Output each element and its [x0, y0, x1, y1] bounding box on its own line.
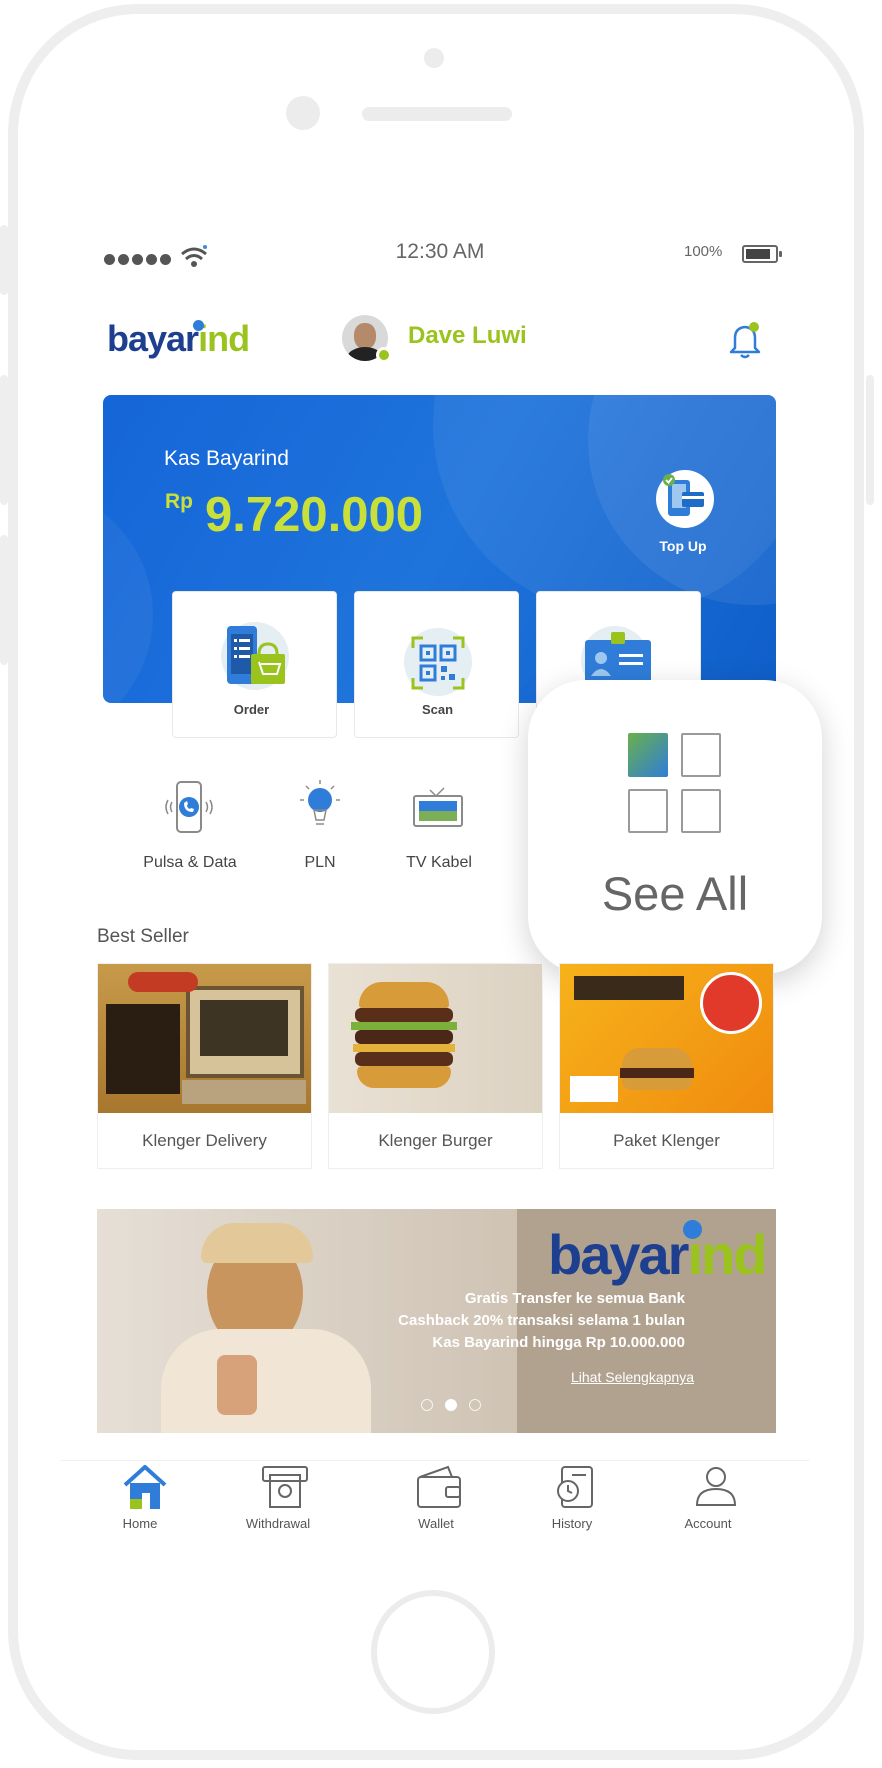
grid-tile-icon [628, 789, 668, 833]
battery-percentage: 100% [684, 243, 723, 260]
nav-withdrawal-label: Withdrawal [245, 1516, 311, 1531]
product-card-paket-klenger[interactable]: Paket Klenger [559, 963, 774, 1169]
side-button [866, 375, 874, 505]
product-card-klenger-burger[interactable]: Klenger Burger [328, 963, 543, 1169]
user-name[interactable]: Dave Luwi [408, 322, 527, 350]
product-name: Paket Klenger [613, 1131, 720, 1150]
side-button [0, 375, 8, 505]
tv-icon[interactable] [410, 784, 466, 832]
order-icon [227, 626, 285, 684]
product-name: Klenger Delivery [142, 1131, 267, 1150]
signal-strength-icon [104, 254, 171, 265]
see-all-label[interactable]: See All [528, 866, 822, 921]
order-label: Order [233, 702, 270, 717]
grid-tile-icon [681, 733, 721, 777]
carousel-dot[interactable] [469, 1399, 481, 1411]
home-hardware-button[interactable] [371, 1590, 495, 1714]
banner-bayarind-logo: bayarind [548, 1223, 767, 1286]
bottom-nav-divider [60, 1460, 810, 1461]
online-status-icon [376, 347, 392, 363]
product-image [329, 964, 542, 1113]
side-button [0, 535, 8, 665]
notification-bell-icon[interactable] [728, 320, 764, 360]
scan-label: Scan [421, 702, 454, 717]
product-name: Klenger Burger [378, 1131, 493, 1150]
proximity-sensor [424, 48, 444, 68]
balance-amount: 9.720.000 [205, 488, 423, 542]
bayarind-logo[interactable]: bayarind [107, 318, 250, 360]
top-up-button[interactable] [656, 470, 714, 528]
top-up-label[interactable]: Top Up [640, 538, 726, 554]
electricity-icon[interactable] [294, 778, 346, 834]
banner-text-line: Cashback 20% transaksi selama 1 bulan [398, 1312, 685, 1329]
nav-home-label: Home [122, 1516, 158, 1531]
history-icon [557, 1466, 593, 1508]
service-pln[interactable]: PLN [280, 854, 360, 872]
atm-icon [262, 1466, 308, 1508]
id-card-icon [585, 632, 651, 684]
product-image [560, 964, 773, 1113]
carousel-indicator[interactable] [421, 1399, 481, 1411]
scan-tile[interactable]: Scan [354, 591, 519, 738]
balance-title: Kas Bayarind [164, 447, 289, 470]
carousel-dot[interactable] [421, 1399, 433, 1411]
side-button [0, 225, 8, 295]
product-card-klenger-delivery[interactable]: Klenger Delivery [97, 963, 312, 1169]
best-seller-title: Best Seller [97, 926, 189, 947]
nav-wallet-label: Wallet [418, 1516, 454, 1531]
logo-dot-icon [193, 320, 204, 331]
carousel-dot-active[interactable] [445, 1399, 457, 1411]
status-time: 12:30 AM [395, 240, 485, 263]
qr-scan-icon [411, 636, 465, 690]
service-tv-kabel[interactable]: TV Kabel [389, 854, 489, 872]
banner-text-line: Gratis Transfer ke semua Bank [464, 1290, 685, 1307]
home-icon [123, 1465, 167, 1509]
banner-logo-dot-icon [683, 1220, 702, 1239]
earpiece-speaker [362, 107, 512, 121]
wallet-icon [417, 1465, 461, 1508]
see-all-button[interactable] [528, 680, 822, 974]
currency-label: Rp [165, 490, 193, 513]
wifi-icon [181, 245, 207, 267]
order-tile[interactable]: Order [172, 591, 337, 738]
pulsa-data-icon[interactable] [162, 780, 216, 836]
battery-icon [742, 245, 782, 263]
service-pulsa-data[interactable]: Pulsa & Data [130, 854, 250, 872]
grid-tile-icon [628, 733, 668, 777]
top-up-icon [663, 474, 704, 516]
product-image [98, 964, 311, 1113]
account-icon [695, 1467, 737, 1506]
banner-text-line: Kas Bayarind hingga Rp 10.000.000 [432, 1334, 685, 1351]
banner-see-more-link[interactable]: Lihat Selengkapnya [571, 1369, 694, 1385]
nav-account-label: Account [684, 1516, 732, 1531]
grid-tile-icon [681, 789, 721, 833]
nav-history-label: History [551, 1516, 593, 1531]
front-camera [286, 96, 320, 130]
